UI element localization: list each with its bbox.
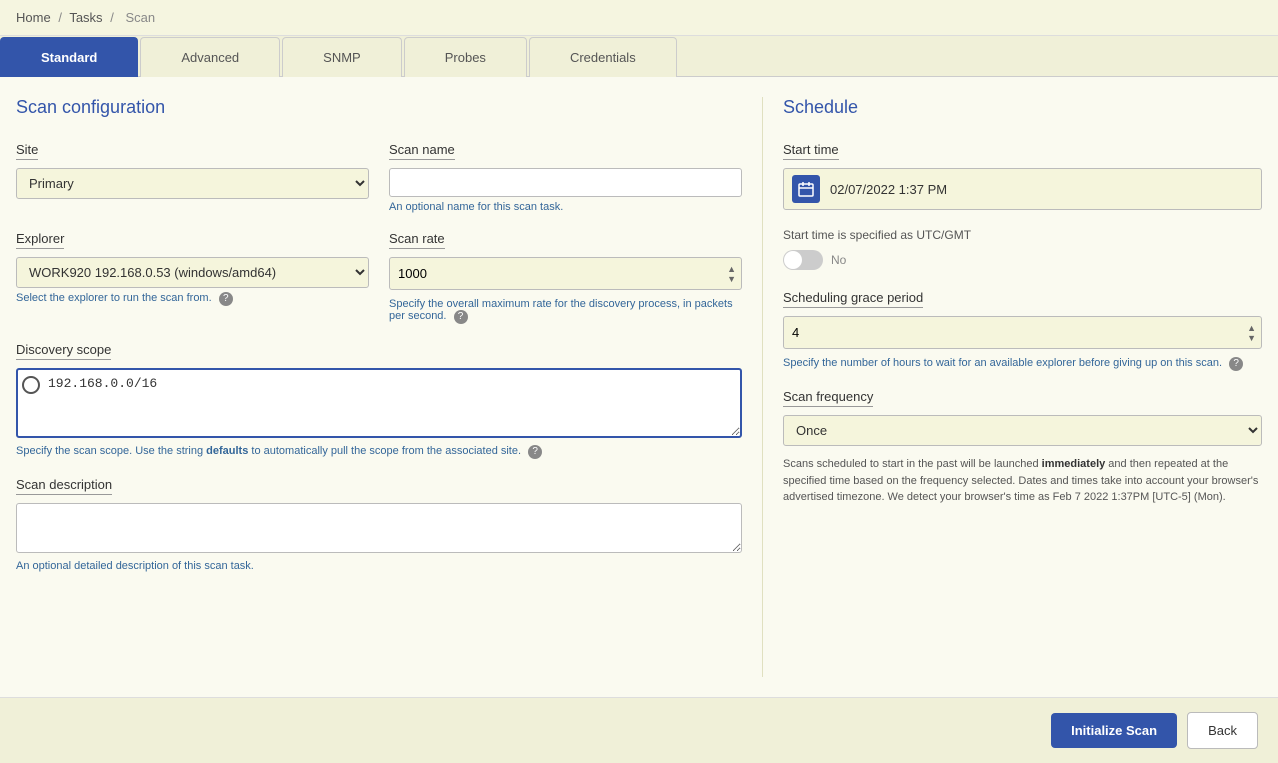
explorer-help-icon[interactable]: ? [219,292,233,306]
tab-advanced[interactable]: Advanced [140,37,280,77]
scope-circle-indicator [22,376,40,394]
grace-period-label: Scheduling grace period [783,290,923,308]
datetime-picker[interactable]: 02/07/2022 1:37 PM [783,168,1262,210]
scan-name-group: Scan name An optional name for this scan… [389,142,742,213]
breadcrumb-sep1: / [58,10,62,25]
scan-rate-help-icon[interactable]: ? [454,310,468,324]
tab-credentials[interactable]: Credentials [529,37,677,77]
breadcrumb-scan: Scan [125,10,155,25]
scan-desc-label: Scan description [16,477,112,495]
discovery-scope-label: Discovery scope [16,342,111,360]
scan-name-input[interactable] [389,168,742,197]
start-time-group: Start time 02/07/2022 1:37 PM [783,142,1262,210]
scan-desc-input[interactable] [16,503,742,553]
utc-label: Start time is specified as UTC/GMT [783,228,1262,242]
grace-period-input[interactable] [783,316,1262,349]
toggle-label: No [831,253,846,267]
discovery-scope-help: Specify the scan scope. Use the string d… [16,445,742,459]
bottom-bar: Initialize Scan Back [0,697,1278,763]
breadcrumb-sep2: / [110,10,114,25]
discovery-scope-input[interactable]: 192.168.0.0/16 [16,368,742,438]
scan-config-panel: Scan configuration Site Primary Scan nam… [16,97,742,677]
schedule-title: Schedule [783,97,1262,122]
scan-frequency-group: Scan frequency Once Scans scheduled to s… [783,389,1262,506]
main-content: Scan configuration Site Primary Scan nam… [0,77,1278,697]
grace-period-wrapper: ▲ ▼ [783,316,1262,349]
scan-rate-label: Scan rate [389,231,445,249]
grace-period-arrows: ▲ ▼ [1247,323,1256,343]
site-group: Site Primary [16,142,369,213]
initialize-scan-button[interactable]: Initialize Scan [1051,713,1177,748]
scan-rate-group: Scan rate ▲ ▼ Specify the overall maximu… [389,231,742,324]
scan-rate-input[interactable] [389,257,742,290]
tab-bar: Standard Advanced SNMP Probes Credential… [0,36,1278,77]
tab-snmp[interactable]: SNMP [282,37,402,77]
scan-name-help: An optional name for this scan task. [389,201,742,213]
grace-period-up[interactable]: ▲ [1247,323,1256,333]
start-time-label: Start time [783,142,839,160]
scan-name-label: Scan name [389,142,455,160]
scan-desc-group: Scan description An optional detailed de… [16,477,742,572]
explorer-label: Explorer [16,231,64,249]
tab-probes[interactable]: Probes [404,37,527,77]
tab-standard[interactable]: Standard [0,37,138,77]
toggle-knob [784,251,802,269]
discovery-scope-group: Discovery scope 192.168.0.0/16 Specify t… [16,342,742,459]
scan-rate-help: Specify the overall maximum rate for the… [389,298,742,324]
discovery-scope-help-icon[interactable]: ? [528,445,542,459]
scan-rate-down[interactable]: ▼ [727,274,736,284]
utc-toggle-row: No [783,250,1262,270]
site-label: Site [16,142,38,160]
site-select[interactable]: Primary [16,168,369,199]
grace-period-help-icon[interactable]: ? [1229,357,1243,371]
datetime-value: 02/07/2022 1:37 PM [830,182,947,197]
explorer-group: Explorer WORK920 192.168.0.53 (windows/a… [16,231,369,324]
schedule-panel: Schedule Start time 02/07/2022 1:37 PM S… [762,97,1262,677]
explorer-select[interactable]: WORK920 192.168.0.53 (windows/amd64) [16,257,369,288]
back-button[interactable]: Back [1187,712,1258,749]
calendar-icon [792,175,820,203]
explorer-help: Select the explorer to run the scan from… [16,292,369,306]
scan-frequency-label: Scan frequency [783,389,873,407]
scan-rate-wrapper: ▲ ▼ [389,257,742,290]
breadcrumb-tasks[interactable]: Tasks [69,10,102,25]
frequency-note: Scans scheduled to start in the past wil… [783,456,1262,506]
scan-desc-help: An optional detailed description of this… [16,560,742,572]
breadcrumb: Home / Tasks / Scan [0,0,1278,36]
utc-toggle[interactable] [783,250,823,270]
scan-rate-up[interactable]: ▲ [727,264,736,274]
breadcrumb-home[interactable]: Home [16,10,51,25]
grace-period-help: Specify the number of hours to wait for … [783,357,1262,371]
scan-frequency-select[interactable]: Once [783,415,1262,446]
scan-rate-arrows: ▲ ▼ [727,264,736,284]
grace-period-down[interactable]: ▼ [1247,333,1256,343]
scan-config-title: Scan configuration [16,97,742,122]
grace-period-group: Scheduling grace period ▲ ▼ Specify the … [783,290,1262,371]
